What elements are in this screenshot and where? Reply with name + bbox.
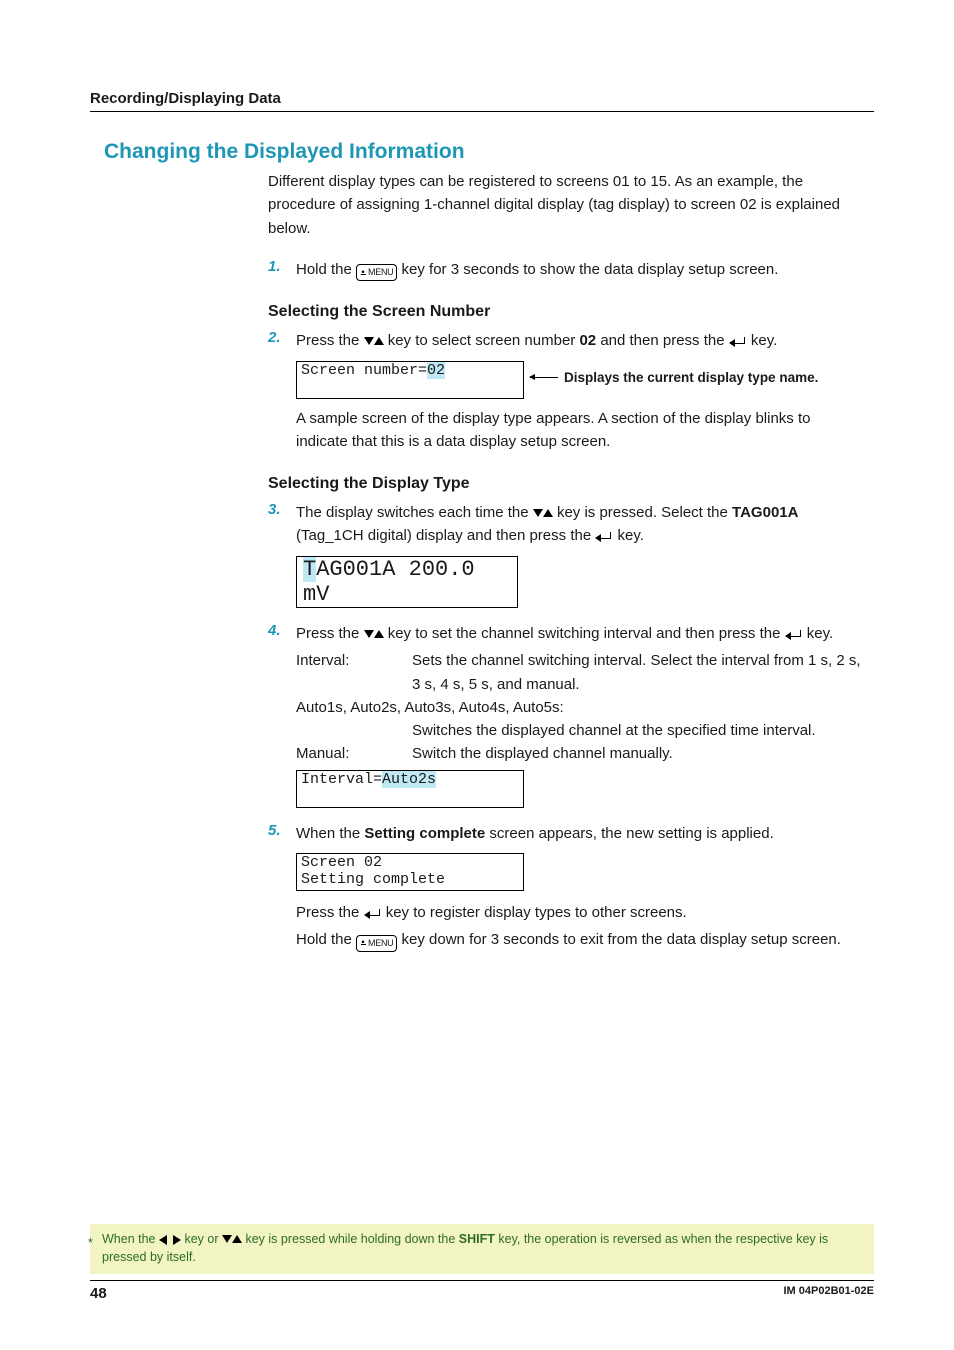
- lcd-display-large: TAG001A 200.0 mV: [296, 556, 518, 609]
- step-text: key to select screen number: [384, 332, 580, 349]
- up-down-key-icon: [364, 334, 384, 348]
- step-text: (Tag_1CH digital) display and then press…: [296, 527, 595, 544]
- step-number: 3: [268, 501, 296, 518]
- auto-options-line: Auto1s, Auto2s, Auto3s, Auto4s, Auto5s:: [296, 696, 864, 719]
- step-postnote: Press the key to register display types …: [296, 901, 864, 924]
- enter-key-icon: [785, 629, 803, 641]
- definition-interval: Interval: Sets the channel switching int…: [296, 649, 864, 696]
- page-number: 48: [90, 1285, 107, 1302]
- up-down-key-icon: [533, 506, 553, 520]
- intro-paragraph: Different display types can be registere…: [268, 170, 864, 240]
- subheading-display-type: Selecting the Display Type: [268, 475, 864, 493]
- step-4: 4 Press the key to set the channel switc…: [268, 622, 864, 645]
- step-text: key to set the channel switching interva…: [384, 625, 785, 642]
- step-3: 3 The display switches each time the key…: [268, 501, 864, 548]
- menu-key-icon: MENU: [356, 264, 397, 281]
- up-down-key-icon: [222, 1232, 242, 1246]
- definition-desc: Switch the displayed channel manually.: [412, 742, 864, 765]
- enter-key-icon: [364, 908, 382, 920]
- step-text: The display switches each time the: [296, 504, 533, 521]
- step-text: key.: [803, 625, 834, 642]
- definition-desc: Sets the channel switching interval. Sel…: [412, 649, 864, 696]
- step-text: key is pressed. Select the: [553, 504, 732, 521]
- callout-text: Displays the current display type name.: [564, 370, 818, 385]
- definition-manual: Manual: Switch the displayed channel man…: [296, 742, 864, 765]
- callout-arrow-icon: [530, 377, 558, 378]
- definition-term: Manual:: [296, 742, 412, 765]
- footnote-box: * When the key or key is pressed while h…: [90, 1224, 874, 1274]
- up-down-key-icon: [364, 627, 384, 641]
- step-note: A sample screen of the display type appe…: [296, 407, 864, 454]
- step-2: 2 Press the key to select screen number …: [268, 329, 864, 352]
- step-value-bold: Setting complete: [364, 825, 485, 842]
- step-text: Hold the: [296, 931, 356, 948]
- enter-key-icon: [729, 336, 747, 348]
- lcd-highlight: T: [303, 557, 316, 582]
- step-text: key.: [613, 527, 644, 544]
- step-postnote: Hold the MENU key down for 3 seconds to …: [296, 928, 864, 952]
- step-5: 5 When the Setting complete screen appea…: [268, 822, 864, 845]
- page-footer: 48 IM 04P02B01-02E: [90, 1280, 874, 1302]
- step-number: 2: [268, 329, 296, 346]
- footnote-bold: SHIFT: [459, 1232, 495, 1246]
- step-value-bold: TAG001A: [732, 504, 798, 521]
- subheading-screen-number: Selecting the Screen Number: [268, 303, 864, 321]
- step-text: key down for 3 seconds to exit from the …: [397, 931, 841, 948]
- footnote-text: When the: [102, 1232, 159, 1246]
- footnote-text: key is pressed while holding down the: [242, 1232, 459, 1246]
- definition-desc: Switches the displayed channel at the sp…: [412, 719, 864, 742]
- definition-auto: Switches the displayed channel at the sp…: [296, 719, 864, 742]
- section-title: Changing the Displayed Information: [90, 140, 874, 164]
- lcd-highlight: Auto2s: [382, 771, 436, 788]
- lcd-text: Screen number=: [301, 362, 427, 379]
- step-text: When the: [296, 825, 364, 842]
- step-text: key for 3 seconds to show the data displ…: [397, 261, 778, 278]
- step-text: and then press the: [596, 332, 729, 349]
- lcd-callout-row: Screen number=02 Displays the current di…: [296, 357, 864, 399]
- step-value-bold: 02: [579, 332, 596, 349]
- lcd-display: Interval=Auto2s: [296, 770, 524, 808]
- footnote-asterisk: *: [88, 1234, 93, 1252]
- lcd-text: Interval=: [301, 771, 382, 788]
- definition-term: Interval:: [296, 649, 412, 696]
- step-text: screen appears, the new setting is appli…: [485, 825, 774, 842]
- step-number: 1: [268, 258, 296, 275]
- footnote-text: key or: [181, 1232, 222, 1246]
- step-text: Hold the: [296, 261, 356, 278]
- step-1: 1 Hold the MENU key for 3 seconds to sho…: [268, 258, 864, 282]
- lcd-text: AG001A 200.0 mV: [303, 557, 475, 607]
- step-text: Press the: [296, 332, 364, 349]
- step-text: key.: [747, 332, 778, 349]
- step-text: key to register display types to other s…: [382, 904, 687, 921]
- step-number: 5: [268, 822, 296, 839]
- running-header: Recording/Displaying Data: [90, 90, 874, 112]
- lcd-display: Screen number=02: [296, 361, 524, 399]
- left-right-key-icon: [159, 1234, 181, 1246]
- step-number: 4: [268, 622, 296, 639]
- lcd-display: Screen 02 Setting complete: [296, 853, 524, 891]
- lcd-line: Setting complete: [301, 871, 519, 888]
- document-id: IM 04P02B01-02E: [784, 1285, 875, 1302]
- step-text: Press the: [296, 904, 364, 921]
- enter-key-icon: [595, 531, 613, 543]
- step-text: Press the: [296, 625, 364, 642]
- lcd-line: Screen 02: [301, 854, 519, 871]
- lcd-highlight: 02: [427, 362, 445, 379]
- menu-key-icon: MENU: [356, 935, 397, 952]
